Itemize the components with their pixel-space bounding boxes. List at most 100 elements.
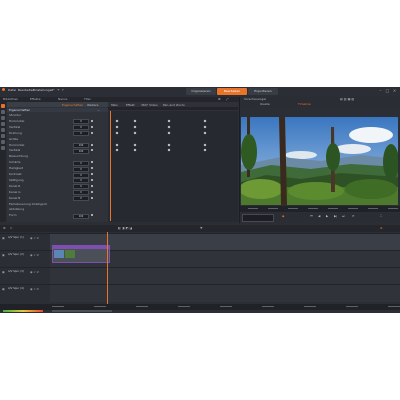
keyframe-toggle-icon[interactable] bbox=[91, 149, 93, 152]
mode-export-button[interactable]: Exportieren bbox=[248, 88, 278, 95]
keyframe-marker[interactable] bbox=[203, 131, 207, 135]
undo-icon[interactable]: ↶ bbox=[52, 88, 55, 92]
skip-forward-icon[interactable]: ⏭ bbox=[342, 214, 345, 218]
keyframe-toggle-icon[interactable] bbox=[91, 214, 93, 217]
kf-ruler[interactable] bbox=[108, 107, 238, 110]
tool-mask-icon[interactable] bbox=[1, 140, 5, 144]
mode-organize-button[interactable]: Organisieren bbox=[186, 88, 216, 95]
mode-edit-button[interactable]: Bearbeiten bbox=[217, 88, 247, 95]
keyframe-marker[interactable] bbox=[167, 148, 171, 152]
help-icon[interactable]: ? bbox=[62, 88, 64, 92]
redo-icon[interactable]: ↷ bbox=[57, 88, 60, 92]
keyframe-marker[interactable] bbox=[115, 125, 119, 129]
timeline-marker-icon[interactable]: ⚑ bbox=[200, 226, 203, 230]
keyframe-toggle-icon[interactable] bbox=[91, 173, 93, 175]
tool-text-icon[interactable] bbox=[1, 116, 5, 120]
keyframe-marker[interactable] bbox=[167, 143, 171, 146]
close-icon[interactable]: × bbox=[392, 88, 397, 93]
property-value-field[interactable]: 0 bbox=[73, 131, 89, 137]
property-value-field[interactable]: 0 bbox=[73, 125, 89, 131]
timeline-scrollbar[interactable] bbox=[52, 310, 112, 312]
keyframe-marker[interactable] bbox=[115, 119, 119, 123]
video-clip[interactable] bbox=[52, 245, 110, 263]
keyframe-marker[interactable] bbox=[203, 148, 207, 152]
track-controls-icon[interactable]: ◉ ♪ ⊘ bbox=[30, 287, 39, 291]
property-value-field[interactable]: 0 bbox=[73, 184, 89, 190]
play-icon[interactable]: ▶ bbox=[326, 214, 328, 218]
timeline-tools-icon[interactable]: ◧ ◨ ◩ ◪ bbox=[118, 226, 132, 230]
track-type-icon[interactable]: ▣ bbox=[2, 287, 5, 291]
track-controls-icon[interactable]: ◉ ♪ ⊘ bbox=[30, 253, 39, 257]
property-value-field[interactable]: 100 bbox=[73, 213, 89, 219]
keyframe-marker[interactable] bbox=[133, 143, 137, 146]
loop-icon[interactable]: ⟳ bbox=[352, 214, 355, 218]
settings-icon[interactable]: ⚙ bbox=[218, 97, 221, 101]
property-value-field[interactable]: 0 bbox=[73, 190, 89, 196]
vertical-divider[interactable] bbox=[239, 97, 240, 223]
menu-settings[interactable]: Einstellungen bbox=[33, 88, 53, 92]
keyframe-toggle-icon[interactable] bbox=[91, 125, 93, 128]
property-value-field[interactable]: 0 bbox=[73, 196, 89, 202]
tab-properties[interactable]: Eigenschaften bbox=[62, 103, 83, 107]
mark-in-icon[interactable]: ◆ bbox=[282, 214, 284, 218]
keyframe-marker[interactable] bbox=[203, 119, 207, 123]
keyframe-marker[interactable] bbox=[167, 119, 171, 123]
property-value-field[interactable]: 0 bbox=[73, 178, 89, 184]
timeline-zoom-icon[interactable]: ⊕ bbox=[380, 226, 383, 230]
keyframe-toggle-icon[interactable] bbox=[91, 167, 93, 170]
menu-file[interactable]: Datei bbox=[8, 88, 16, 92]
keyframe-toggle-icon[interactable] bbox=[91, 196, 93, 199]
timeline-settings-icon[interactable]: ⚙ bbox=[3, 226, 6, 230]
timeline-track[interactable]: ▣ A/V Spur (3) ◉ ♪ ⊘ bbox=[0, 267, 400, 285]
property-value-field[interactable]: 0 bbox=[73, 172, 89, 178]
preview-options-icon[interactable]: ▤ ▥ ▦ ▧ bbox=[340, 97, 354, 101]
track-controls-icon[interactable]: ◉ ♪ ⊘ bbox=[30, 236, 39, 240]
tab-source[interactable]: Quelle bbox=[260, 102, 270, 107]
preview-ruler[interactable] bbox=[240, 206, 400, 212]
track-type-icon[interactable]: ▣ bbox=[2, 253, 5, 257]
keyframe-marker[interactable] bbox=[133, 148, 137, 152]
keyframe-marker[interactable] bbox=[133, 131, 137, 135]
properties-menu-icon[interactable]: ⋯ bbox=[97, 108, 100, 112]
step-back-icon[interactable]: ◀ bbox=[318, 214, 320, 218]
keyframe-toggle-icon[interactable] bbox=[91, 178, 93, 181]
keyframe-marker[interactable] bbox=[115, 131, 119, 135]
keyframe-toggle-icon[interactable] bbox=[91, 184, 93, 187]
tool-crop-icon[interactable] bbox=[1, 110, 5, 114]
tool-speed-icon[interactable] bbox=[1, 134, 5, 138]
track-controls-icon[interactable]: ◉ ♪ ⊘ bbox=[30, 270, 39, 274]
track-type-icon[interactable]: ▣ bbox=[2, 236, 5, 240]
property-value-field[interactable]: 0 bbox=[73, 119, 89, 125]
zoom-select[interactable] bbox=[242, 214, 274, 222]
keyframe-marker[interactable] bbox=[133, 119, 137, 123]
timeline-track[interactable]: ▣ A/V Spur (4) ◉ ♪ ⊘ bbox=[0, 284, 400, 302]
minimize-icon[interactable]: – bbox=[378, 88, 383, 93]
timeline-playhead[interactable] bbox=[107, 232, 108, 306]
keyframe-marker[interactable] bbox=[115, 148, 119, 152]
property-value-field[interactable]: 100 bbox=[73, 143, 89, 148]
kf-playhead[interactable] bbox=[110, 111, 111, 221]
video-preview[interactable] bbox=[241, 117, 398, 205]
maximize-icon[interactable]: □ bbox=[385, 88, 390, 93]
skip-back-icon[interactable]: ⏮ bbox=[310, 214, 313, 218]
keyframe-marker[interactable] bbox=[167, 131, 171, 135]
keyframe-marker[interactable] bbox=[167, 125, 171, 129]
track-type-icon[interactable]: ▣ bbox=[2, 270, 5, 274]
timeline-split-icon[interactable]: ✂ bbox=[10, 226, 13, 230]
keyframe-toggle-icon[interactable] bbox=[91, 190, 93, 193]
keyframe-marker[interactable] bbox=[115, 143, 119, 146]
tool-select-icon[interactable] bbox=[1, 104, 5, 108]
tool-audio-icon[interactable] bbox=[1, 128, 5, 132]
keyframe-toggle-icon[interactable] bbox=[91, 119, 93, 122]
tool-color-icon[interactable] bbox=[1, 122, 5, 126]
keyframe-toggle-icon[interactable] bbox=[91, 161, 93, 164]
expand-icon[interactable]: ⤢ bbox=[226, 97, 228, 101]
keyframe-marker[interactable] bbox=[203, 143, 207, 146]
tool-motion-icon[interactable] bbox=[1, 146, 5, 150]
keyframe-toggle-icon[interactable] bbox=[91, 143, 93, 146]
keyframe-toggle-icon[interactable] bbox=[91, 131, 93, 134]
keyframe-marker[interactable] bbox=[203, 125, 207, 129]
property-value-field[interactable]: 0 bbox=[73, 160, 89, 166]
property-value-field[interactable]: 0 bbox=[73, 166, 89, 172]
menu-edit[interactable]: Bearbeiten bbox=[18, 88, 34, 92]
